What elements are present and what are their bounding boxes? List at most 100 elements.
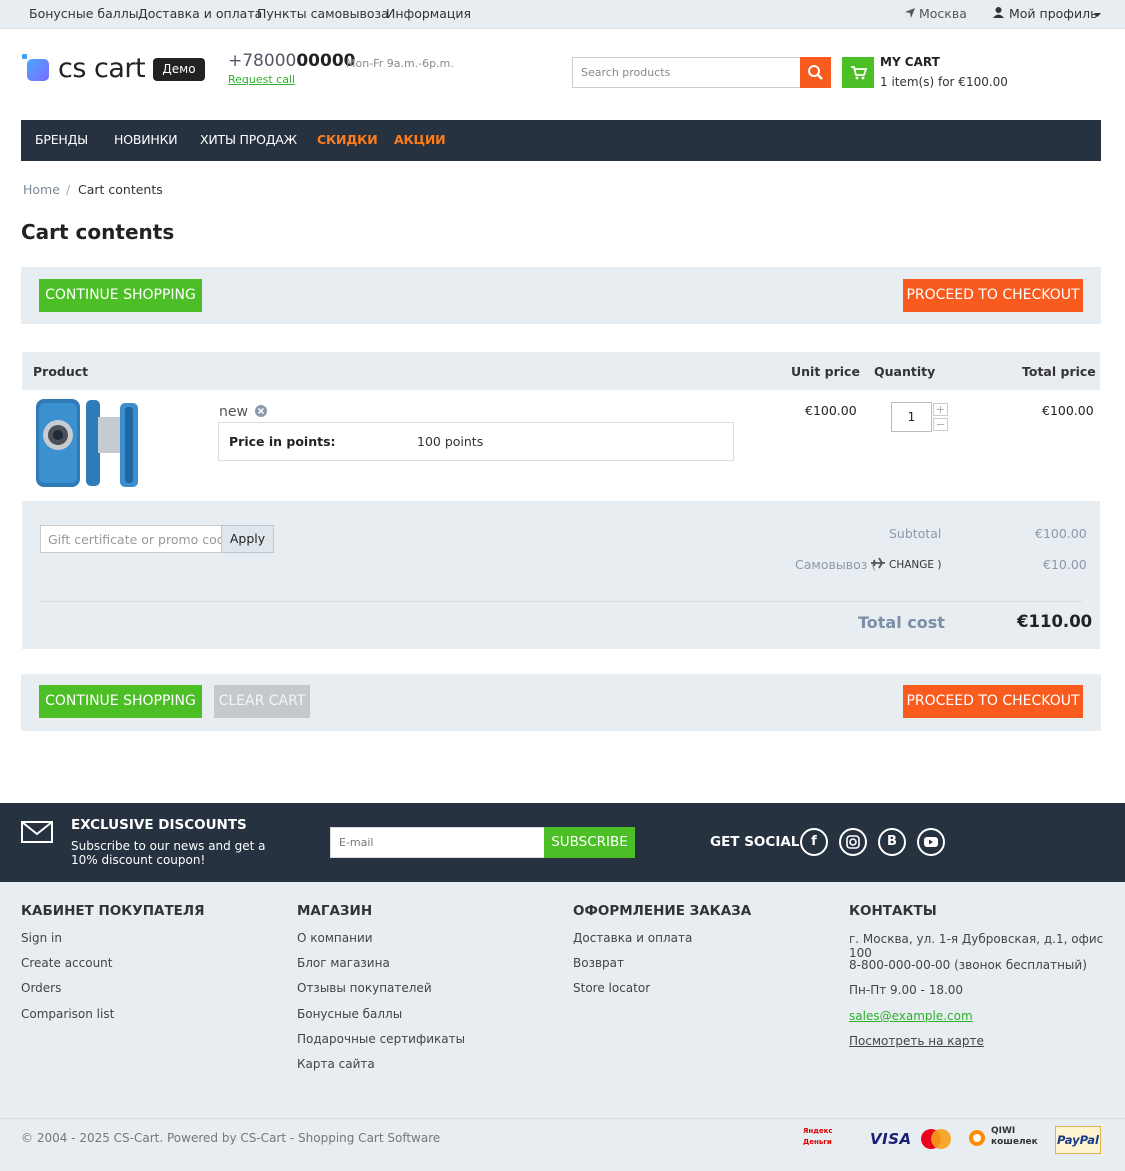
bottom-action-bar: CONTINUE SHOPPING CLEAR CART PROCEED TO …: [21, 674, 1101, 731]
breadcrumb-home[interactable]: Home: [23, 182, 60, 197]
top-bar: Бонусные баллы Доставка и оплата Пункты …: [0, 0, 1125, 29]
footer-link-reviews[interactable]: Отзывы покупателей: [297, 981, 432, 995]
footer-link-bonus[interactable]: Бонусные баллы: [297, 1007, 402, 1021]
newsletter-title: EXCLUSIVE DISCOUNTS: [71, 817, 247, 833]
quantity-input[interactable]: 1: [891, 402, 932, 432]
envelope-icon: [21, 821, 53, 843]
user-icon: [993, 7, 1004, 18]
phone-number: +7800000000: [228, 51, 356, 71]
change-shipping-link[interactable]: CHANGE ): [889, 559, 941, 571]
breadcrumb-current: Cart contents: [78, 182, 163, 197]
top-action-bar: CONTINUE SHOPPING PROCEED TO CHECKOUT: [21, 267, 1101, 324]
demo-badge: Демо: [153, 58, 205, 81]
vk-icon[interactable]: B: [878, 828, 906, 856]
subtotal-label: Subtotal: [889, 526, 942, 541]
newsletter-text: Subscribe to our news and get a 10% disc…: [71, 839, 266, 867]
shipping-value: €10.00: [1043, 557, 1087, 572]
qiwi-icon: QIWI кошелек: [967, 1126, 1042, 1152]
topbar-link-pickup[interactable]: Пункты самовывоза: [257, 6, 389, 21]
footer-link-gift-certificates[interactable]: Подарочные сертификаты: [297, 1032, 465, 1046]
clear-cart-button[interactable]: CLEAR CART: [214, 685, 310, 718]
remove-item-icon[interactable]: [255, 405, 267, 417]
unit-price: €100.00: [805, 403, 857, 418]
footer-link-delivery[interactable]: Доставка и оплата: [573, 931, 692, 945]
header-product: Product: [33, 364, 89, 379]
search-icon: [808, 65, 823, 80]
promo-code-input[interactable]: Gift certificate or promo code: [40, 525, 222, 553]
cart-button[interactable]: [842, 57, 874, 88]
breadcrumb-separator: /: [66, 182, 71, 197]
total-cost-value: €110.00: [1017, 612, 1093, 631]
subscribe-button[interactable]: SUBSCRIBE: [544, 827, 635, 858]
visa-icon: VISA: [870, 1130, 912, 1148]
request-call-link[interactable]: Request call: [228, 73, 295, 86]
footer-col-title-shop: МАГАЗИН: [297, 903, 373, 919]
search-input[interactable]: Search products: [572, 57, 801, 88]
city-selector[interactable]: Москва: [919, 6, 967, 21]
topbar-link-info[interactable]: Информация: [386, 6, 471, 21]
youtube-icon[interactable]: [917, 828, 945, 856]
footer-link-returns[interactable]: Возврат: [573, 956, 624, 970]
apply-promo-button[interactable]: Apply: [221, 525, 274, 553]
header-unit-price: Unit price: [791, 364, 860, 379]
footer-link-comparison[interactable]: Comparison list: [21, 1007, 114, 1021]
product-name-link[interactable]: new: [219, 404, 248, 420]
totals-divider: [40, 601, 1082, 602]
copyright: © 2004 - 2025 CS-Cart. Powered by CS-Car…: [21, 1131, 441, 1145]
cart-table-header: Product Unit price Quantity Total price: [22, 352, 1100, 390]
logo-text[interactable]: cs cart: [58, 53, 146, 84]
cart-title[interactable]: MY CART: [880, 55, 940, 69]
footer-link-about[interactable]: О компании: [297, 931, 373, 945]
topbar-link-delivery[interactable]: Доставка и оплата: [138, 6, 262, 21]
chevron-down-icon: [1094, 13, 1101, 17]
header-total-price: Total price: [1022, 364, 1096, 379]
product-image[interactable]: [30, 395, 142, 492]
proceed-to-checkout-button[interactable]: PROCEED TO CHECKOUT: [903, 279, 1083, 312]
points-value: 100 points: [417, 434, 484, 449]
footer-phone: 8-800-000-00-00 (звонок бесплатный): [849, 958, 1087, 972]
footer-col-title-contacts: КОНТАКТЫ: [849, 903, 937, 919]
main-nav: БРЕНДЫ НОВИНКИ ХИТЫ ПРОДАЖ СКИДКИ АКЦИИ: [21, 120, 1101, 161]
quantity-increase-button[interactable]: +: [933, 403, 948, 416]
footer-hours: Пн-Пт 9.00 - 18.00: [849, 983, 964, 997]
footer-address: г. Москва, ул. 1-я Дубровская, д.1, офис…: [849, 932, 1104, 960]
facebook-icon[interactable]: f: [800, 828, 828, 856]
footer-link-orders[interactable]: Orders: [21, 981, 61, 995]
continue-shopping-button-bottom[interactable]: CONTINUE SHOPPING: [39, 685, 202, 718]
footer-col-title-checkout: ОФОРМЛЕНИЕ ЗАКАЗА: [573, 903, 752, 919]
cart-summary[interactable]: 1 item(s) for €100.00: [880, 75, 1008, 89]
profile-menu[interactable]: Мой профиль: [1009, 6, 1097, 21]
shipping-label: Самовывоз (: [795, 557, 877, 572]
yandex-money-icon: Яндекс Деньги: [803, 1127, 833, 1146]
newsletter-email-input[interactable]: E-mail: [330, 827, 545, 858]
logo-mark-icon[interactable]: [22, 54, 50, 82]
footer-link-sitemap[interactable]: Карта сайта: [297, 1057, 375, 1071]
phone-hours: Mon-Fr 9a.m.-6p.m.: [346, 57, 454, 70]
footer-link-blog[interactable]: Блог магазина: [297, 956, 390, 970]
airplane-icon: [871, 557, 885, 569]
footer-email-link[interactable]: sales@example.com: [849, 1009, 973, 1023]
topbar-link-bonus[interactable]: Бонусные баллы: [29, 6, 139, 21]
nav-item-brands[interactable]: БРЕНДЫ: [35, 132, 88, 147]
footer-links-section: [0, 882, 1125, 1171]
page-title: Cart contents: [21, 220, 175, 244]
footer-link-create-account[interactable]: Create account: [21, 956, 113, 970]
nav-item-new[interactable]: НОВИНКИ: [114, 132, 178, 147]
nav-item-bestsellers[interactable]: ХИТЫ ПРОДАЖ: [200, 132, 297, 147]
footer-link-sign-in[interactable]: Sign in: [21, 931, 62, 945]
mastercard-icon: [921, 1129, 951, 1149]
location-arrow-icon: [905, 8, 915, 18]
search-button[interactable]: [800, 57, 831, 88]
nav-item-discounts[interactable]: СКИДКИ: [317, 132, 378, 147]
header-quantity: Quantity: [874, 364, 936, 379]
footer-map-link[interactable]: Посмотреть на карте: [849, 1034, 984, 1048]
row-total-price: €100.00: [1042, 403, 1094, 418]
instagram-icon[interactable]: [839, 828, 867, 856]
continue-shopping-button[interactable]: CONTINUE SHOPPING: [39, 279, 202, 312]
nav-item-promotions[interactable]: АКЦИИ: [394, 132, 446, 147]
footer-link-store-locator[interactable]: Store locator: [573, 981, 650, 995]
footer-divider: [0, 1118, 1125, 1119]
subtotal-value: €100.00: [1035, 526, 1087, 541]
quantity-decrease-button[interactable]: −: [933, 418, 948, 431]
proceed-to-checkout-button-bottom[interactable]: PROCEED TO CHECKOUT: [903, 685, 1083, 718]
